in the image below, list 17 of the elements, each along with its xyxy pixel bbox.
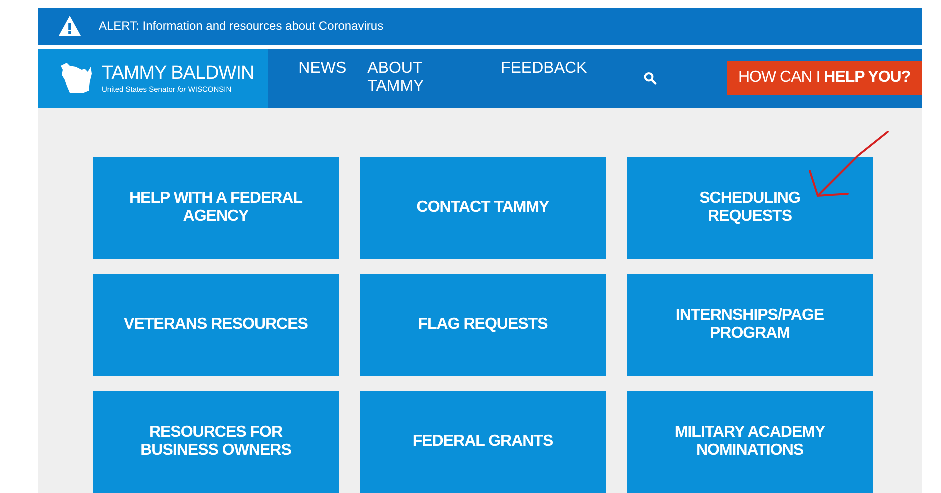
- logo-name[interactable]: TAMMY BALDWIN: [102, 62, 254, 85]
- tile-link[interactable]: RESOURCES FOR BUSINESS OWNERS: [93, 391, 339, 493]
- help-button[interactable]: HOW CAN I HELP YOU?: [727, 61, 922, 96]
- tile-link[interactable]: HELP WITH A FEDERAL AGENCY: [93, 157, 339, 259]
- alert-text[interactable]: ALERT: Information and resources about Coronavirus: [99, 19, 384, 34]
- tile-link[interactable]: INTERNSHIPS/PAGE PROGRAM: [627, 274, 873, 376]
- nav-link[interactable]: FEEDBACK: [500, 60, 588, 96]
- tile-link[interactable]: FEDERAL GRANTS: [360, 391, 606, 493]
- nav-link[interactable]: ABOUT TAMMY: [368, 60, 480, 96]
- tile-link[interactable]: CONTACT TAMMY: [360, 157, 606, 259]
- warning-icon: [58, 15, 82, 38]
- search-icon[interactable]: [644, 72, 658, 85]
- tile-link[interactable]: MILITARY ACADEMY NOMINATIONS: [627, 391, 873, 493]
- nav-link[interactable]: NEWS: [298, 60, 347, 96]
- tile-link[interactable]: SCHEDULING REQUESTS: [627, 157, 873, 259]
- tile-link[interactable]: VETERANS RESOURCES: [93, 274, 339, 376]
- tile-link[interactable]: FLAG REQUESTS: [360, 274, 606, 376]
